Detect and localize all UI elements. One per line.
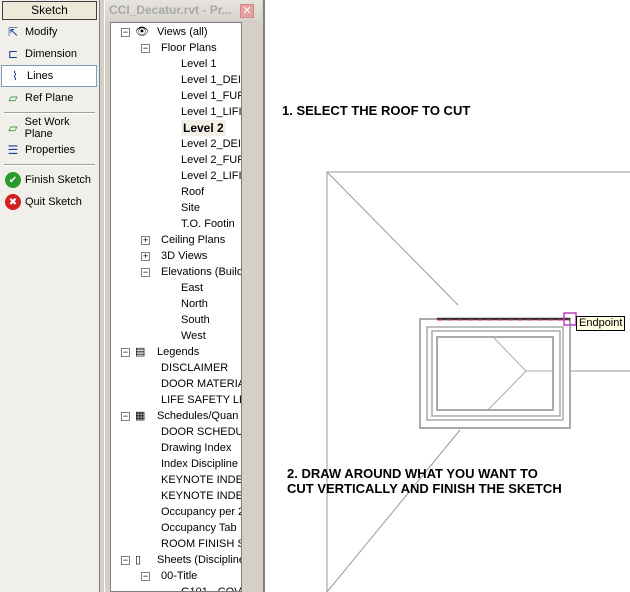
tool-modify[interactable]: ⇱ Modify (0, 21, 99, 43)
expand-icon[interactable]: + (141, 252, 150, 261)
tree-item[interactable]: Occupancy per 2 (161, 504, 241, 520)
tree-item[interactable]: Floor Plans (161, 40, 217, 56)
tree-item[interactable]: Level 1_DEI (181, 72, 241, 88)
drawing-canvas[interactable]: 1. SELECT THE ROOF TO CUT 2. DRAW AROUND… (263, 0, 630, 592)
cursor-icon: ⇱ (7, 25, 19, 39)
sheet-icon: ▯ (135, 554, 142, 566)
opening-inner (431, 330, 561, 417)
tree-item[interactable]: ROOM FINISH S (161, 536, 241, 552)
tree-item[interactable]: Level 2 (181, 120, 226, 136)
opening-core (436, 336, 554, 411)
tree-item[interactable]: Level 1_FUF (181, 88, 241, 104)
tool-dimension[interactable]: ⊏ Dimension (0, 43, 99, 65)
lines-icon: ⌇ (12, 69, 18, 83)
collapse-icon[interactable]: − (141, 44, 150, 53)
tree-item[interactable]: Elevations (Build (161, 264, 241, 280)
collapse-icon[interactable]: − (141, 572, 150, 581)
project-browser: CCI_Decatur.rvt - Pr... ✕ − 👁 Views (all) −… (104, 0, 359, 592)
tree-item[interactable]: Drawing Index (161, 440, 231, 456)
instruction-2a: 2. DRAW AROUND WHAT YOU WANT TO (287, 466, 538, 481)
separator (4, 112, 95, 114)
tree-item[interactable]: North (181, 296, 208, 312)
instruction-1: 1. SELECT THE ROOF TO CUT (282, 103, 471, 118)
tree-item[interactable]: Level 1 (181, 56, 216, 72)
tree-item[interactable]: Schedules/Quan (157, 408, 238, 424)
collapse-icon[interactable]: − (121, 28, 130, 37)
x-icon: ✖ (5, 194, 21, 210)
project-browser-title: CCI_Decatur.rvt - Pr... (105, 0, 262, 20)
collapse-icon[interactable]: − (121, 556, 130, 565)
tool-finish-sketch[interactable]: ✔ Finish Sketch (0, 169, 99, 191)
collapse-icon[interactable]: − (121, 348, 130, 357)
opening-mid (426, 326, 564, 421)
tool-label: Modify (25, 26, 58, 38)
roof-outline (326, 171, 630, 592)
tree-item[interactable]: Legends (157, 344, 199, 360)
tool-label: Finish Sketch (25, 174, 92, 186)
tree-item[interactable]: West (181, 328, 206, 344)
check-icon: ✔ (5, 172, 21, 188)
close-icon[interactable]: ✕ (240, 4, 254, 18)
tree-item[interactable]: KEYNOTE INDE (161, 488, 241, 504)
instruction-2b: CUT VERTICALLY AND FINISH THE SKETCH (287, 481, 562, 496)
hip-line (326, 171, 459, 306)
tree-item[interactable]: T.O. Footin (181, 216, 235, 232)
hip-line (326, 429, 461, 592)
endpoint-tooltip: Endpoint (576, 316, 626, 331)
tree-item[interactable]: G101 - COV (181, 584, 241, 591)
tree-item[interactable]: 3D Views (161, 248, 207, 264)
tree-item[interactable]: Ceiling Plans (161, 232, 225, 248)
tree-item[interactable]: Level 1_LIFI (181, 104, 241, 120)
tool-set-work-plane[interactable]: ▱ Set Work Plane (0, 116, 99, 140)
table-icon: ▦ (135, 410, 146, 422)
sketch-tab[interactable]: Sketch (2, 1, 97, 20)
tool-label: Quit Sketch (25, 196, 82, 208)
tool-quit-sketch[interactable]: ✖ Quit Sketch (0, 191, 99, 213)
collapse-icon[interactable]: − (141, 268, 150, 277)
legend-icon: ▤ (135, 346, 146, 358)
tree-item[interactable]: Level 2_DEI (181, 136, 241, 152)
tree-item[interactable]: Views (all) (157, 24, 208, 40)
project-tree: − 👁 Views (all) − Floor Plans Level 1 Level 1_… (110, 22, 242, 592)
tree-item[interactable]: Roof (181, 184, 204, 200)
tree-item[interactable]: DISCLAIMER (161, 360, 228, 376)
tree-item[interactable]: Level 2_LIFI (181, 168, 241, 184)
tree-item[interactable]: Occupancy Tab (161, 520, 237, 536)
roof-drawing (326, 171, 630, 592)
work-plane-icon: ▱ (8, 121, 18, 135)
eye-icon: 👁 (135, 26, 149, 38)
expand-icon[interactable]: + (141, 236, 150, 245)
tree-item[interactable]: Index Discipline (161, 456, 238, 472)
separator (4, 164, 95, 166)
tree-item[interactable]: Sheets (Discipline (157, 552, 241, 568)
collapse-icon[interactable]: − (121, 412, 130, 421)
tool-label: Ref Plane (25, 92, 74, 104)
tree-item[interactable]: East (181, 280, 203, 296)
tree-item[interactable]: LIFE SAFETY LE (161, 392, 241, 408)
dimension-icon: ⊏ (7, 47, 19, 61)
tree-item[interactable]: DOOR MATERIA (161, 376, 241, 392)
tree-item[interactable]: Level 2_FUF (181, 152, 241, 168)
tool-label: Lines (27, 70, 54, 82)
tool-label: Properties (25, 144, 76, 156)
sketch-palette: Sketch ⇱ Modify ⊏ Dimension ⌇ Lines ▱ Ref Plane… (0, 0, 100, 592)
properties-icon: ☰ (7, 143, 19, 157)
tree-item[interactable]: Site (181, 200, 200, 216)
tree-item[interactable]: KEYNOTE INDE (161, 472, 241, 488)
tree-item[interactable]: South (181, 312, 210, 328)
ref-plane-icon: ▱ (8, 91, 18, 105)
tool-label: Dimension (25, 48, 77, 60)
tool-label: Set Work Plane (24, 116, 70, 140)
hip-inner (487, 336, 527, 411)
tree-item[interactable]: 00-Title (161, 568, 197, 584)
opening-outer (419, 318, 571, 429)
tool-lines[interactable]: ⌇ Lines (1, 65, 97, 87)
tool-ref-plane[interactable]: ▱ Ref Plane (0, 87, 99, 109)
tree-item[interactable]: DOOR SCHEDU (161, 424, 241, 440)
tool-properties[interactable]: ☰ Properties (0, 139, 99, 161)
